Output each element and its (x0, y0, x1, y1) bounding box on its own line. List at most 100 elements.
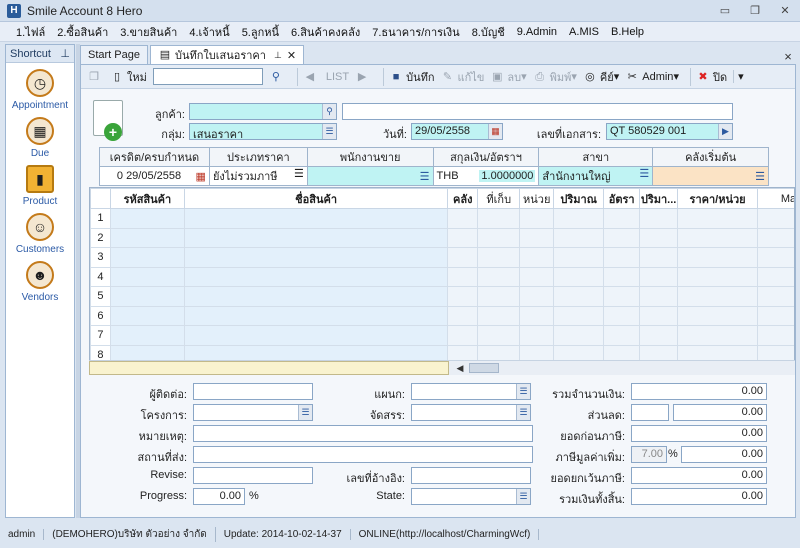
list-icon[interactable]: ☰ (294, 168, 304, 180)
scroll-left-icon[interactable]: ◀ (453, 361, 467, 375)
discount-field[interactable]: 0.00 (673, 404, 767, 421)
copy-button[interactable]: ❐ (87, 70, 104, 84)
list-icon[interactable]: ☰ (639, 168, 649, 180)
total-label: รวมจำนวนเงิน: (552, 389, 625, 401)
col-warehouse[interactable]: คลัง (447, 188, 479, 209)
discount-rate-field[interactable] (631, 404, 669, 421)
tab-close-icon[interactable]: ✕ (287, 49, 296, 62)
col-unit-price[interactable]: ราคา/หน่วย (677, 188, 759, 209)
pin-icon[interactable]: ⊥ (60, 47, 70, 60)
menu-item-banking[interactable]: 7.ธนาคาร/การเงิน (372, 23, 459, 41)
table-row[interactable]: 3 (90, 247, 794, 268)
close-window-button[interactable]: ✕ (770, 4, 800, 17)
vat-rate-field[interactable]: 7.00 (631, 446, 667, 463)
delete-button[interactable]: ▣ ลบ ▾ (490, 68, 526, 86)
menu-item-receivables[interactable]: 5.ลูกหนี้ (242, 23, 279, 41)
alloc-field[interactable]: ☰ (411, 404, 531, 421)
list-button[interactable]: LIST (326, 71, 349, 83)
list-icon[interactable]: ☰ (516, 489, 530, 504)
list-icon[interactable]: ☰ (298, 405, 312, 420)
price-type-cell[interactable]: ยังไม่รวมภาษี ☰ (208, 166, 308, 186)
col-product-code[interactable]: รหัสสินค้า (109, 188, 185, 209)
key-button[interactable]: ◎ คีย์ ▾ (583, 68, 619, 86)
shortcut-vendors[interactable]: ☻ Vendors (6, 261, 74, 303)
table-row[interactable]: 6 (90, 305, 794, 326)
ship-field[interactable] (193, 446, 533, 463)
col-location[interactable]: ที่เก็บ (477, 188, 521, 209)
col-quantity[interactable]: ปริมาณ (553, 188, 605, 209)
tab-quotation[interactable]: ▤ บันทึกใบเสนอราคา ⊥ ✕ (149, 45, 305, 64)
menu-item-help[interactable]: B.Help (611, 26, 644, 38)
menu-item-accounting[interactable]: 8.บัญชี (472, 23, 505, 41)
customer-name-field[interactable] (342, 103, 733, 120)
group-field[interactable]: เสนอราคา ☰ (189, 123, 337, 140)
tab-label: บันทึกใบเสนอราคา (174, 50, 266, 62)
printer-icon: ⎙ (535, 70, 545, 83)
restore-button[interactable]: ❐ (740, 4, 770, 17)
new-button[interactable]: ▯ ใหม่ (110, 68, 147, 86)
menu-item-payables[interactable]: 4.เจ้าหนี้ (189, 23, 229, 41)
progress-field[interactable]: 0.00 (193, 488, 245, 505)
shortcut-appointment[interactable]: ◷ Appointment (6, 69, 74, 111)
next-button[interactable]: ▶ (355, 70, 372, 84)
menu-item-admin[interactable]: 9.Admin (517, 26, 557, 38)
project-field[interactable]: ☰ (193, 404, 313, 421)
horizontal-scrollbar[interactable]: ◀ (89, 360, 795, 375)
list-icon[interactable]: ☰ (322, 124, 336, 139)
toolbar-search-input[interactable] (152, 68, 263, 85)
close-form-button[interactable]: ✖ ปิด (696, 68, 727, 86)
tab-pin-icon[interactable]: ⊥ (274, 50, 282, 61)
admin-button[interactable]: ✂ Admin ▾ (625, 70, 679, 84)
col-rate[interactable]: อัตรา (603, 188, 641, 209)
col-product-name[interactable]: ชื่อสินค้า (183, 188, 449, 209)
currency-cell[interactable]: THB 1.0000000 (432, 166, 540, 186)
note-field[interactable] (193, 425, 533, 442)
col-unit[interactable]: หน่วย (519, 188, 555, 209)
menu-item-file[interactable]: 1.ไฟล์ (16, 23, 45, 41)
search-button[interactable]: ⚲ (269, 70, 286, 84)
calendar-icon[interactable]: ▦ (196, 170, 206, 183)
table-row[interactable]: 1 (90, 208, 794, 229)
save-button[interactable]: ■ บันทึก (389, 68, 435, 86)
state-field[interactable]: ☰ (411, 488, 531, 505)
menu-item-mis[interactable]: A.MIS (569, 26, 599, 38)
list-icon[interactable]: ☰ (755, 170, 765, 183)
minimize-button[interactable]: ▭ (710, 4, 740, 17)
scroll-thumb[interactable] (469, 363, 499, 373)
customer-code-field[interactable]: ⚲ (189, 103, 337, 120)
credit-cell[interactable]: 0 29/05/2558 ▦ (99, 166, 210, 186)
table-row[interactable]: 2 (90, 227, 794, 248)
table-row[interactable]: 5 (90, 286, 794, 307)
table-row[interactable]: 4 (90, 266, 794, 287)
docno-field[interactable]: QT 580529 001 ▶ (606, 123, 733, 140)
customer-search-icon[interactable]: ⚲ (322, 104, 336, 119)
shortcut-product[interactable]: ▮ Product (6, 165, 74, 207)
print-button[interactable]: ⎙ พิมพ์ ▾ (533, 68, 577, 86)
salesman-cell[interactable]: ☰ (306, 166, 434, 186)
list-icon[interactable]: ☰ (420, 170, 430, 183)
shortcut-customers[interactable]: ☺ Customers (6, 213, 74, 255)
list-icon[interactable]: ☰ (516, 384, 530, 399)
menu-item-inventory[interactable]: 6.สินค้าคงคลัง (291, 23, 360, 41)
contact-field[interactable] (193, 383, 313, 400)
close-tab-button[interactable]: × (780, 49, 796, 64)
edit-button[interactable]: ✎ แก้ไข (441, 68, 484, 86)
dept-field[interactable]: ☰ (411, 383, 531, 400)
revise-field[interactable] (193, 467, 313, 484)
date-field[interactable]: 29/05/2558 ▦ (411, 123, 503, 140)
branch-cell[interactable]: สำนักงานใหญ่ ☰ (538, 166, 654, 186)
next-docno-icon[interactable]: ▶ (718, 124, 732, 139)
prev-button[interactable]: ◀ (303, 70, 320, 84)
ref-field[interactable] (411, 467, 531, 484)
calendar-icon[interactable]: ▦ (488, 124, 502, 139)
menu-item-purchase[interactable]: 2.ซื้อสินค้า (57, 23, 108, 41)
col-more[interactable]: Ma (757, 188, 794, 209)
col-qty2[interactable]: ปริมา... (639, 188, 679, 209)
list-icon[interactable]: ☰ (516, 405, 530, 420)
tab-start-page[interactable]: Start Page (80, 45, 148, 64)
menu-item-sales[interactable]: 3.ขายสินค้า (120, 23, 177, 41)
shortcut-due[interactable]: ▦ Due (6, 117, 74, 159)
warehouse-cell[interactable]: ☰ (652, 166, 769, 186)
table-row[interactable]: 7 (90, 325, 794, 346)
more-button[interactable]: ▾ (733, 70, 744, 83)
